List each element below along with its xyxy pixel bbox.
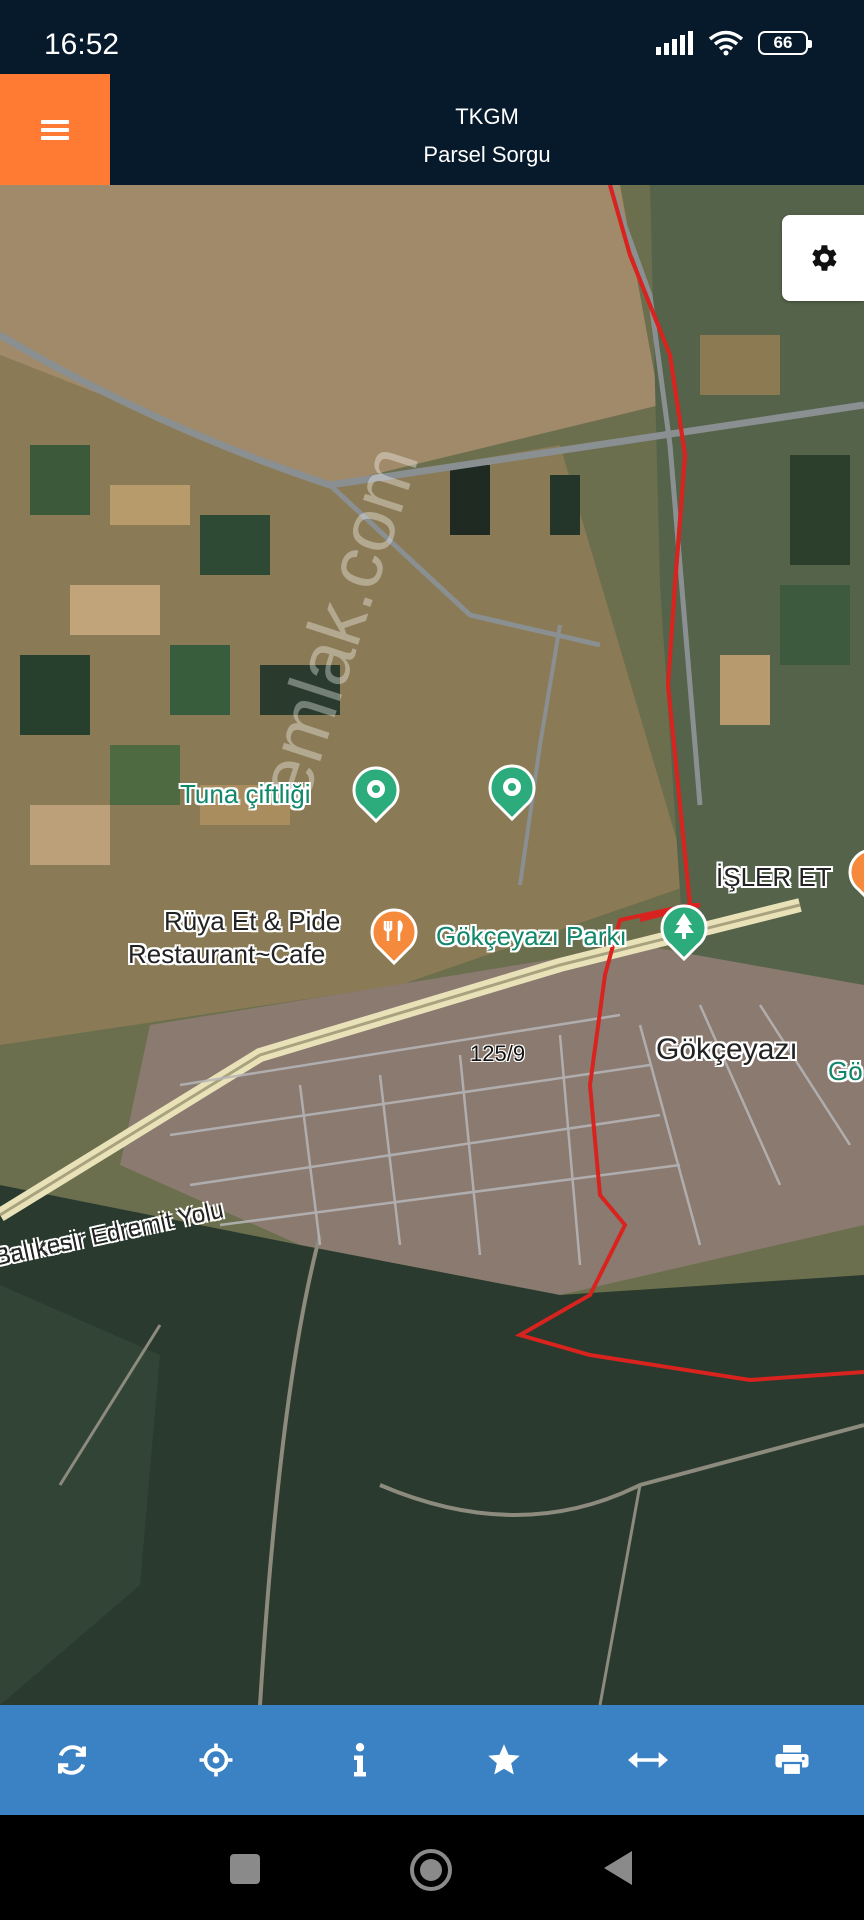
parcel-label[interactable]: 125/9 — [470, 1041, 525, 1067]
bottom-toolbar — [0, 1705, 864, 1815]
poi-label-ruya-line1[interactable]: Rüya Et & Pide — [164, 907, 340, 936]
crosshair-icon — [199, 1743, 233, 1777]
poi-label-park[interactable]: Gökçeyazı Parkı — [436, 922, 627, 951]
printer-icon — [775, 1745, 809, 1777]
gear-icon — [812, 245, 837, 271]
status-icons: 66 — [656, 30, 812, 56]
refresh-button[interactable] — [0, 1705, 144, 1815]
system-nav-bar — [0, 1815, 864, 1920]
wifi-icon — [708, 30, 744, 56]
poi-label-isler[interactable]: İŞLER ET — [716, 863, 832, 892]
print-button[interactable] — [720, 1705, 864, 1815]
battery-indicator: 66 — [758, 31, 812, 55]
info-icon — [354, 1743, 366, 1777]
back-icon[interactable] — [602, 1849, 634, 1887]
measure-button[interactable] — [576, 1705, 720, 1815]
status-bar: 16:52 66 — [0, 0, 864, 74]
app-title: TKGM — [455, 104, 519, 129]
arrows-horizontal-icon — [628, 1752, 668, 1768]
restaurant-pin-icon[interactable] — [846, 847, 864, 905]
star-icon — [488, 1744, 520, 1775]
signal-icon — [656, 31, 693, 55]
info-button[interactable] — [288, 1705, 432, 1815]
app-header: TKGM Parsel Sorgu — [0, 74, 864, 185]
restaurant-pin-icon[interactable] — [368, 907, 420, 965]
home-icon[interactable] — [408, 1847, 454, 1893]
app-subtitle: Parsel Sorgu — [423, 142, 551, 167]
status-time: 16:52 — [44, 28, 120, 61]
refresh-icon — [58, 1745, 86, 1775]
hamburger-menu-icon[interactable] — [0, 74, 110, 185]
favorite-button[interactable] — [432, 1705, 576, 1815]
place-label-partial: Gö — [828, 1056, 863, 1086]
poi-label-ruya-line2[interactable]: Restaurant~Cafe — [128, 940, 325, 969]
park-pin-icon[interactable] — [350, 765, 402, 823]
settings-button[interactable] — [782, 215, 864, 301]
map-view[interactable]: emlak.com Tuna çiftliği Rüya Et & Pide R… — [0, 185, 864, 1705]
header-titles: TKGM Parsel Sorgu — [110, 74, 864, 185]
locate-button[interactable] — [144, 1705, 288, 1815]
park-pin-icon[interactable] — [486, 763, 538, 821]
recent-apps-icon[interactable] — [229, 1853, 261, 1885]
place-label-gokceyazi: Gökçeyazı — [656, 1033, 798, 1066]
park-tree-pin-icon[interactable] — [658, 903, 710, 961]
poi-label-tuna[interactable]: Tuna çiftliği — [180, 780, 311, 809]
